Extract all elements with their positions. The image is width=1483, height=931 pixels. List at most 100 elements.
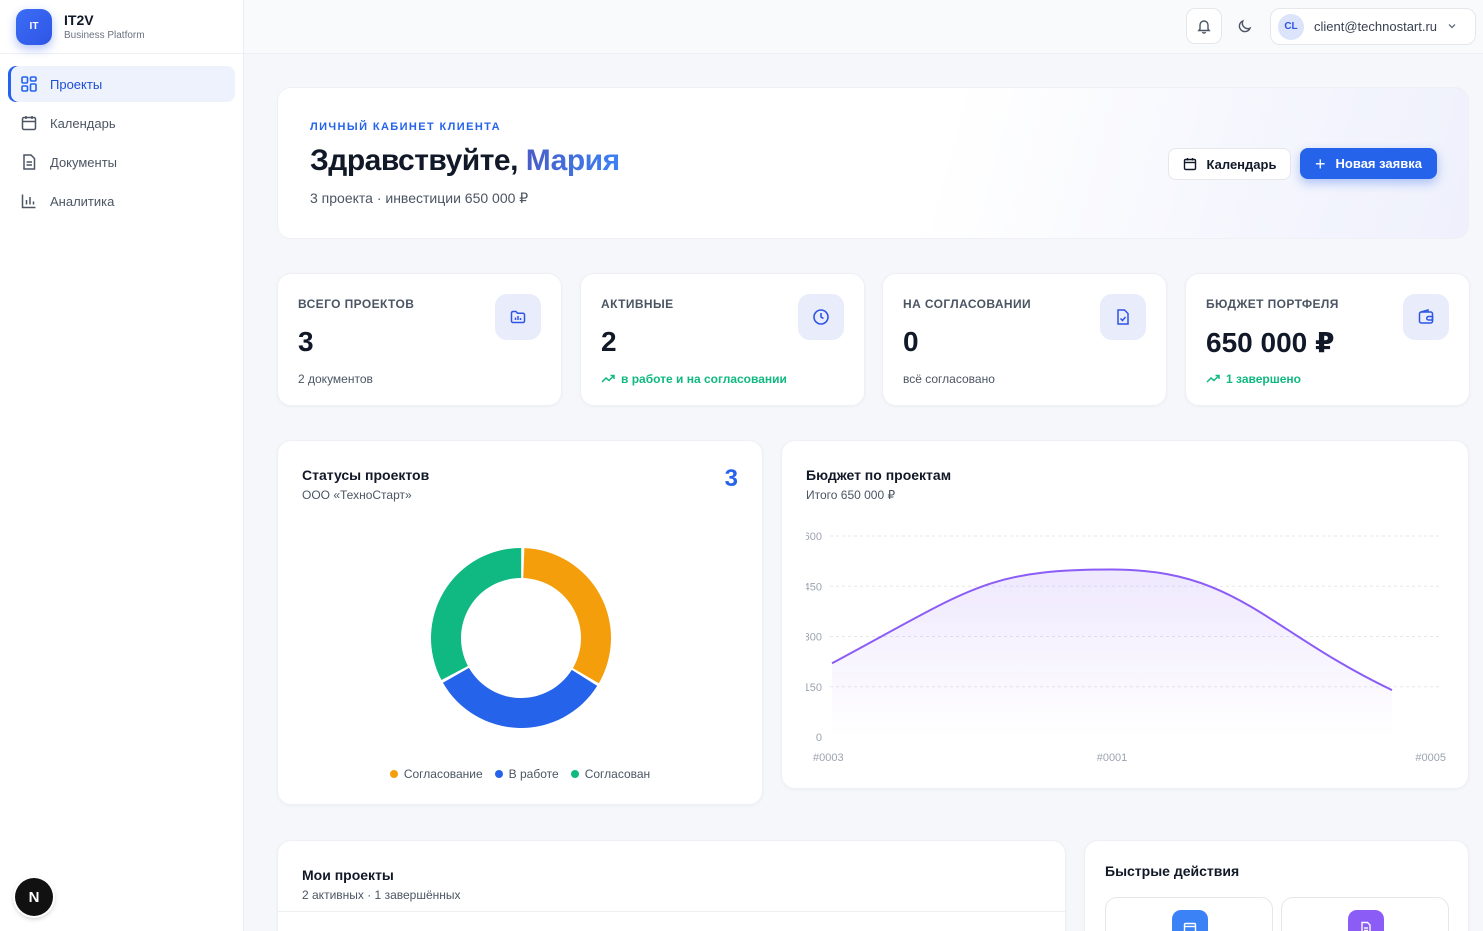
- legend-label: Согласован: [584, 767, 651, 781]
- quick-action-calendar[interactable]: [1105, 897, 1273, 931]
- quick-action-document[interactable]: [1281, 897, 1449, 931]
- page-title: Здравствуйте, Мария: [310, 144, 620, 178]
- legend-dot: [389, 770, 398, 778]
- sidebar-item-label: Аналитика: [50, 193, 115, 209]
- calendar-icon: [1172, 910, 1208, 931]
- budget-line-chart: 0 150 300 450 600 #0003 #0001 #0005: [782, 521, 1446, 764]
- new-request-button[interactable]: + Новая заявка: [1300, 148, 1437, 179]
- legend-dot: [494, 770, 503, 778]
- stat-sub-text: 2 документов: [298, 372, 373, 386]
- dev-tools-badge[interactable]: N: [15, 878, 53, 916]
- topbar: CL client@technostart.ru: [244, 0, 1483, 54]
- wallet-icon: [1403, 294, 1449, 340]
- trend-up-icon: [601, 374, 615, 383]
- stat-sub-text: в работе и на согласовании: [621, 372, 787, 386]
- new-request-label: Новая заявка: [1335, 156, 1422, 171]
- legend-label: В работе: [508, 767, 559, 781]
- brand-name: IT2V: [64, 12, 94, 28]
- greeting-text: Здравствуйте,: [310, 144, 526, 177]
- calendar-button[interactable]: Календарь: [1168, 148, 1291, 180]
- stat-sub-text: всё согласовано: [903, 372, 995, 386]
- y-tick-label: 300: [804, 632, 822, 644]
- document-icon: [20, 153, 38, 171]
- stat-card-approval: НА СОГЛАСОВАНИИ 0 всё согласовано: [882, 273, 1167, 406]
- stat-card-total-projects: ВСЕГО ПРОЕКТОВ 3 2 документов: [277, 273, 562, 406]
- card-title: Быстрые действия: [1105, 863, 1240, 879]
- stat-sub-text: 1 завершено: [1226, 372, 1301, 386]
- legend-item: В работе: [494, 767, 559, 781]
- stat-label: НА СОГЛАСОВАНИИ: [903, 297, 1032, 311]
- stat-card-portfolio-budget: БЮДЖЕТ ПОРТФЕЛЯ 650 000 ₽ 1 завершено: [1185, 273, 1470, 406]
- sidebar-nav: Проекты Календарь Документы Аналитика: [0, 54, 243, 234]
- sidebar-item-label: Календарь: [50, 115, 116, 131]
- sidebar: IT IT2V Business Platform Проекты Календ…: [0, 0, 244, 931]
- stat-value: 0: [903, 326, 919, 357]
- sidebar-item-label: Документы: [50, 154, 118, 170]
- notifications-button[interactable]: [1186, 8, 1222, 44]
- stat-label: АКТИВНЫЕ: [601, 297, 674, 311]
- budget-chart-card: Бюджет по проектам Итого 650 000 ₽ 0 150 3…: [781, 440, 1469, 789]
- y-tick-label: 450: [804, 581, 822, 593]
- y-tick-label: 150: [804, 682, 822, 694]
- stat-label: БЮДЖЕТ ПОРТФЕЛЯ: [1206, 297, 1339, 311]
- brand[interactable]: IT IT2V Business Platform: [0, 0, 243, 54]
- axis-mask: [782, 521, 806, 751]
- divider: [278, 911, 1065, 912]
- sidebar-item-analytics[interactable]: Аналитика: [8, 183, 235, 219]
- hero-eyebrow: ЛИЧНЫЙ КАБИНЕТ КЛИЕНТА: [310, 121, 501, 133]
- theme-toggle-button[interactable]: [1227, 8, 1263, 44]
- stat-card-active: АКТИВНЫЕ 2 в работе и на согласовании: [580, 273, 865, 406]
- stat-label: ВСЕГО ПРОЕКТОВ: [298, 297, 415, 311]
- user-menu[interactable]: CL client@technostart.ru: [1270, 8, 1476, 45]
- bell-icon: [1197, 20, 1211, 34]
- trend-up-icon: [1206, 374, 1220, 383]
- quick-actions-card: Быстрые действия: [1084, 840, 1469, 931]
- plus-icon: +: [1315, 153, 1326, 174]
- legend-item: Согласование: [389, 767, 483, 781]
- file-check-icon: [1100, 294, 1146, 340]
- calendar-icon: [20, 114, 38, 132]
- chevron-down-icon: [1447, 18, 1457, 36]
- bar-chart-icon: [20, 192, 38, 210]
- project-status-card: Статусы проектов ООО «ТехноСтарт» 3 Согл…: [277, 440, 763, 805]
- hero-subtitle: 3 проекта · инвестиции 650 000 ₽: [310, 190, 529, 206]
- donut-slice[interactable]: [431, 548, 522, 681]
- clock-icon: [798, 294, 844, 340]
- brand-logo: IT: [16, 8, 52, 45]
- x-tick-label: #0005: [1415, 752, 1446, 764]
- legend-dot: [570, 770, 579, 778]
- sidebar-item-documents[interactable]: Документы: [8, 144, 235, 180]
- avatar: CL: [1278, 13, 1304, 40]
- legend-item: Согласован: [570, 767, 651, 781]
- calendar-button-label: Календарь: [1206, 156, 1277, 172]
- document-icon: [1348, 910, 1384, 931]
- card-subtitle: 2 активных · 1 завершённых: [302, 888, 461, 902]
- stat-value: 2: [601, 326, 617, 357]
- user-name: Мария: [525, 144, 620, 177]
- donut-chart: [431, 548, 611, 728]
- sidebar-item-label: Проекты: [50, 76, 103, 92]
- brand-subtitle: Business Platform: [64, 30, 145, 41]
- my-projects-card: Мои проекты 2 активных · 1 завершённых: [277, 840, 1066, 931]
- legend-label: Согласование: [403, 767, 483, 781]
- y-tick-label: 0: [816, 732, 822, 744]
- y-tick-label: 600: [804, 531, 822, 543]
- folder-chart-icon: [495, 294, 541, 340]
- moon-icon: [1238, 19, 1252, 33]
- user-email: client@technostart.ru: [1314, 19, 1438, 34]
- sidebar-item-projects[interactable]: Проекты: [8, 66, 235, 102]
- stat-sub: 1 завершено: [1206, 372, 1301, 386]
- stat-value: 650 000 ₽: [1206, 327, 1335, 358]
- stat-sub: 2 документов: [298, 372, 373, 386]
- stat-sub: всё согласовано: [903, 372, 995, 386]
- welcome-banner: ЛИЧНЫЙ КАБИНЕТ КЛИЕНТА Здравствуйте, Мар…: [277, 87, 1469, 239]
- sidebar-item-calendar[interactable]: Календарь: [8, 105, 235, 141]
- card-title: Мои проекты: [302, 867, 394, 883]
- donut-slice[interactable]: [442, 667, 598, 728]
- stat-sub: в работе и на согласовании: [601, 372, 787, 386]
- donut-slice[interactable]: [523, 548, 611, 684]
- area-fill: [832, 569, 1392, 737]
- x-tick-label: #0003: [813, 752, 844, 764]
- x-tick-label: #0001: [1097, 752, 1128, 764]
- calendar-icon: [1183, 158, 1196, 171]
